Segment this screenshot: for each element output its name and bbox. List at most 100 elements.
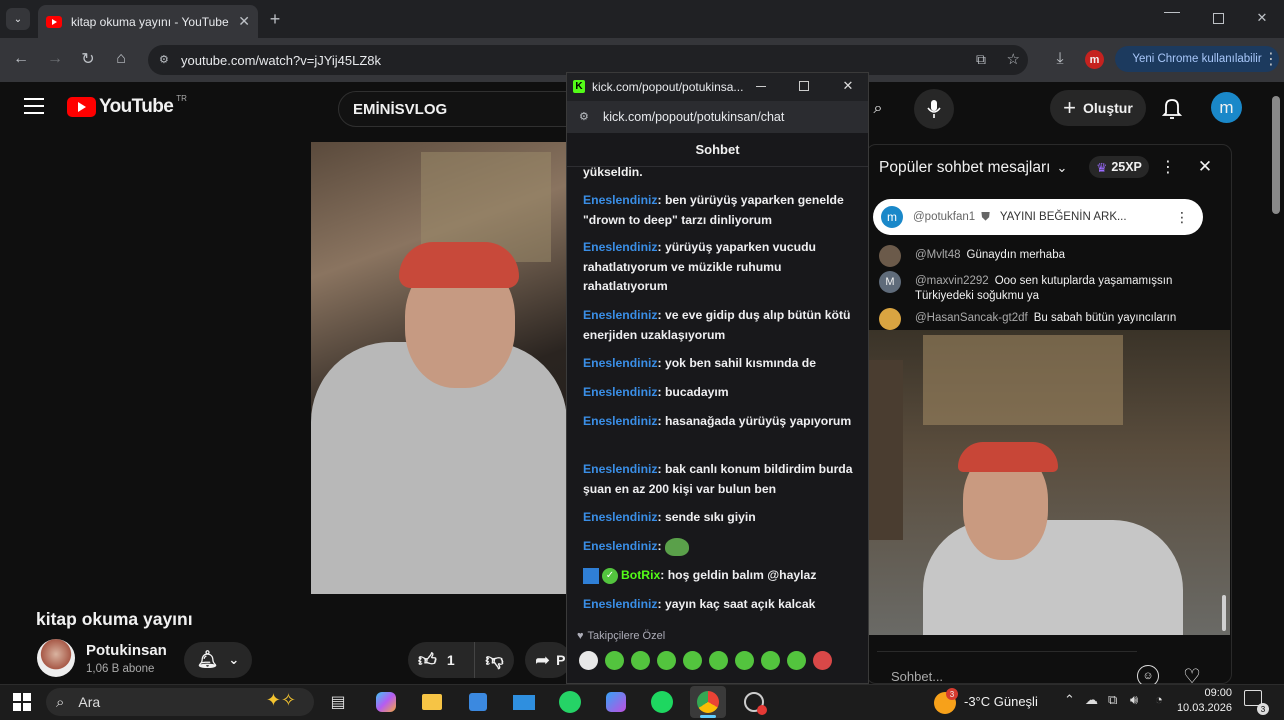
whatsapp-icon[interactable]	[552, 686, 588, 718]
emote-icon[interactable]	[605, 651, 624, 670]
active-app-indicator	[700, 715, 716, 718]
channel-name[interactable]: Potukinsan	[86, 642, 167, 659]
bookmark-star-icon[interactable]: ☆	[1007, 50, 1020, 68]
back-icon[interactable]: ←	[6, 44, 36, 74]
create-button[interactable]: + Oluştur	[1050, 90, 1146, 126]
kick-username[interactable]: Eneslendiniz	[583, 414, 658, 428]
mail-icon[interactable]	[506, 686, 542, 718]
clock[interactable]: 09:00 10.03.2026	[1176, 686, 1232, 716]
kick-username[interactable]: Eneslendiniz	[583, 539, 658, 553]
install-app-icon[interactable]: ⧉	[976, 51, 986, 68]
kick-username[interactable]: BotRix	[621, 568, 660, 582]
pinned-message[interactable]: m @potukfan1 ⛊ YAYINI BEĞENİN ARK... ⋮	[873, 199, 1203, 235]
window-close-icon[interactable]: ✕	[1252, 8, 1272, 28]
store-icon[interactable]	[460, 686, 496, 718]
new-tab-icon[interactable]: +	[264, 8, 286, 30]
share-button[interactable]: ➦ P	[525, 642, 571, 678]
pinned-more-icon[interactable]: ⋮	[1175, 209, 1189, 226]
kick-username[interactable]: Eneslendiniz	[583, 240, 658, 254]
voice-search-icon[interactable]	[914, 89, 954, 129]
pinned-text: YAYINI BEĞENİN ARK...	[999, 211, 1127, 223]
network-icon[interactable]: ⧉	[1108, 692, 1117, 708]
emote-icon[interactable]	[683, 651, 702, 670]
emote-icon[interactable]	[709, 651, 728, 670]
tray-app-icon[interactable]: ☁	[1085, 692, 1098, 708]
popup-close-icon[interactable]: ✕	[840, 78, 856, 94]
chrome-update-button[interactable]: Yeni Chrome kullanılabilir	[1115, 46, 1279, 72]
minimize-icon[interactable]	[1164, 12, 1180, 13]
emote-bar[interactable]	[579, 651, 864, 683]
wifi-icon[interactable]: ◔	[1155, 692, 1163, 707]
emote-icon[interactable]	[657, 651, 676, 670]
hoodie-image	[923, 520, 1183, 635]
chat-mode-dropdown[interactable]: Popüler sohbet mesajları ⌄	[879, 159, 1067, 177]
youtube-logo[interactable]: YouTube TR	[67, 94, 187, 118]
taskbar-search[interactable]: ⌕ Ara ✦✧	[46, 688, 314, 716]
emote-icon[interactable]	[787, 651, 806, 670]
kick-username[interactable]: Eneslendiniz	[583, 193, 658, 207]
start-button[interactable]	[4, 686, 40, 718]
reload-icon[interactable]: ↻	[73, 44, 103, 74]
video-player[interactable]	[311, 142, 567, 594]
chat-more-icon[interactable]: ⋮	[1159, 157, 1177, 177]
kick-username[interactable]: Eneslendiniz	[583, 308, 658, 322]
weather-text[interactable]: -3°C Güneşli	[964, 694, 1038, 709]
site-info-icon[interactable]: ⚙	[159, 53, 169, 66]
chat-header: Sohbet	[567, 133, 868, 167]
emote-icon[interactable]	[735, 651, 754, 670]
emote-icon[interactable]	[813, 651, 832, 670]
chat-close-icon[interactable]: ✕	[1195, 157, 1215, 177]
tab-youtube[interactable]: kitap okuma yayını - YouTube ✕	[38, 5, 258, 38]
emote-icon[interactable]	[761, 651, 780, 670]
chevron-down-icon: ⌄	[1056, 160, 1068, 175]
file-explorer-icon[interactable]	[414, 686, 450, 718]
download-icon[interactable]: ⤓	[1045, 44, 1075, 74]
notifications-bell-icon[interactable]	[1160, 96, 1184, 120]
profile-avatar[interactable]: m	[1085, 50, 1104, 69]
kick-username[interactable]: Eneslendiniz	[583, 462, 658, 476]
moderator-icon: ⛊	[981, 210, 990, 223]
task-view-icon[interactable]: ▤	[320, 686, 356, 718]
home-icon[interactable]: ⌂	[106, 44, 136, 74]
kick-username[interactable]: Eneslendiniz	[583, 356, 658, 370]
red-beanie-image	[399, 242, 519, 288]
dislike-button[interactable]: 👎︎	[474, 642, 514, 678]
search-icon[interactable]: ⌕	[870, 91, 886, 127]
emote-icon[interactable]	[631, 651, 650, 670]
tab-search-icon[interactable]: ⌄	[6, 8, 30, 30]
kick-text: sende sıkı giyin	[664, 510, 756, 524]
kick-username[interactable]: Eneslendiniz	[583, 510, 658, 524]
popup-maximize-icon[interactable]	[799, 81, 809, 91]
xp-badge[interactable]: ♛ 25XP	[1089, 156, 1149, 178]
restore-icon[interactable]	[1213, 13, 1224, 24]
tray-chevron-icon[interactable]: ⌃	[1064, 692, 1075, 708]
popup-minimize-icon[interactable]	[756, 86, 766, 87]
emote-icon[interactable]	[579, 651, 598, 670]
pepe-emote-icon	[664, 537, 689, 556]
tab-close-icon[interactable]: ✕	[238, 13, 250, 30]
recorder-icon[interactable]	[736, 686, 772, 718]
like-count: 1	[446, 652, 455, 668]
chat-scrollbar[interactable]	[1222, 595, 1226, 631]
volume-icon[interactable]: 🔊︎	[1130, 692, 1138, 708]
chrome-taskbar-icon[interactable]	[690, 686, 726, 718]
channel-avatar[interactable]	[37, 639, 75, 677]
hamburger-menu-icon[interactable]	[24, 98, 44, 114]
like-button[interactable]: 👍︎ 1	[408, 642, 474, 678]
youtube-avatar[interactable]: m	[1211, 92, 1242, 123]
kick-username[interactable]: Eneslendiniz	[583, 597, 658, 611]
spotify-icon[interactable]	[644, 686, 680, 718]
notification-count: 3	[1257, 703, 1269, 715]
m365-icon[interactable]	[598, 686, 634, 718]
subscribed-bell-button[interactable]: 🔔︎ ⌄	[184, 642, 252, 678]
youtube-search-input[interactable]: EMİNİSVLOG	[338, 91, 578, 127]
kick-username[interactable]: Eneslendiniz	[583, 385, 658, 399]
site-info-icon[interactable]: ⚙	[579, 110, 589, 123]
forward-icon[interactable]: →	[40, 44, 70, 74]
followers-only-notice: ♥ Takipçilere Özel	[577, 630, 665, 642]
address-bar[interactable]: ⚙ youtube.com/watch?v=jJYij45LZ8k ⧉ ☆	[148, 45, 1028, 75]
copilot-icon[interactable]	[368, 686, 404, 718]
popup-title: kick.com/popout/potukinsa...	[592, 80, 744, 94]
chrome-menu-icon[interactable]: ⋮	[1262, 48, 1280, 70]
page-scrollbar[interactable]	[1272, 96, 1280, 214]
